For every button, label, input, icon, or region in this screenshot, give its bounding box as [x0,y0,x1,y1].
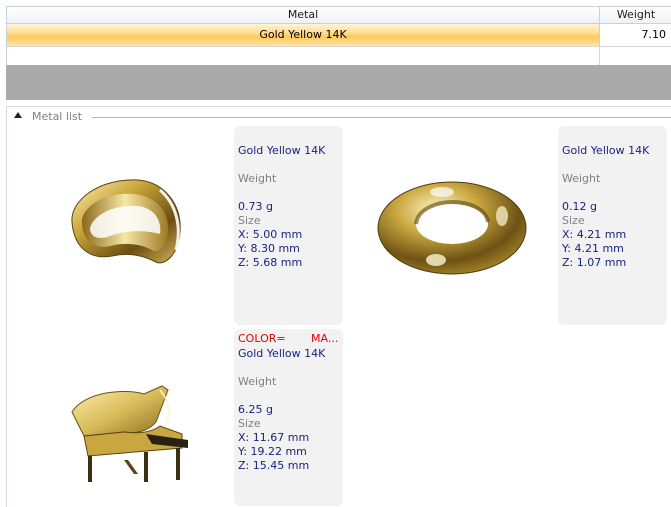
size-x: X: 5.00 mm [238,228,303,241]
color-value: MA... [311,332,339,345]
metal-card[interactable]: Gold Yellow 14K Weight 0.73 g Size X: 5.… [234,126,343,325]
cell-metal[interactable]: Gold Yellow 14K [7,24,600,46]
size-y: Y: 8.30 mm [238,242,300,255]
weight-label: Weight [562,172,601,185]
size-y: Y: 19.22 mm [238,445,307,458]
size-label: Size [238,417,261,430]
column-header-weight[interactable]: Weight [600,7,671,23]
size-z: Z: 5.68 mm [238,256,303,269]
metal-name: Gold Yellow 14K [562,144,650,157]
ring-icon[interactable] [60,170,190,270]
color-label: COLOR= [238,332,286,345]
size-label: Size [238,214,261,227]
size-y: Y: 4.21 mm [562,242,624,255]
column-header-metal[interactable]: Metal [7,7,600,23]
metal-list-title: Metal list [32,110,86,124]
grid-empty-area [6,65,671,100]
cell-metal-empty[interactable] [7,47,600,65]
weight-value: 0.73 g [238,200,273,213]
metal-list-group-header[interactable]: Metal list [10,110,671,124]
metal-name: Gold Yellow 14K [238,347,326,360]
size-z: Z: 1.07 mm [562,256,627,269]
piano-icon[interactable] [64,382,198,494]
collapse-triangle-icon[interactable] [14,112,22,118]
metal-card[interactable]: COLOR= MA... Gold Yellow 14K Weight 6.25… [234,329,343,506]
size-label: Size [562,214,585,227]
weight-label: Weight [238,375,277,388]
size-z: Z: 15.45 mm [238,459,310,472]
grid-row-selected[interactable]: Gold Yellow 14K 7.10 [7,24,671,47]
grid-header: Metal Weight [7,7,671,24]
size-x: X: 11.67 mm [238,431,310,444]
grid-row-empty[interactable] [7,47,671,66]
metal-name: Gold Yellow 14K [238,144,326,157]
group-divider [92,117,671,118]
weight-label: Weight [238,172,277,185]
torus-icon[interactable] [372,178,532,278]
metal-card[interactable]: Gold Yellow 14K Weight 0.12 g Size X: 4.… [558,126,667,325]
weight-value: 6.25 g [238,403,273,416]
metal-grid: Metal Weight Gold Yellow 14K 7.10 [6,6,671,66]
size-x: X: 4.21 mm [562,228,627,241]
weight-value: 0.12 g [562,200,597,213]
cell-weight[interactable]: 7.10 [600,24,671,46]
